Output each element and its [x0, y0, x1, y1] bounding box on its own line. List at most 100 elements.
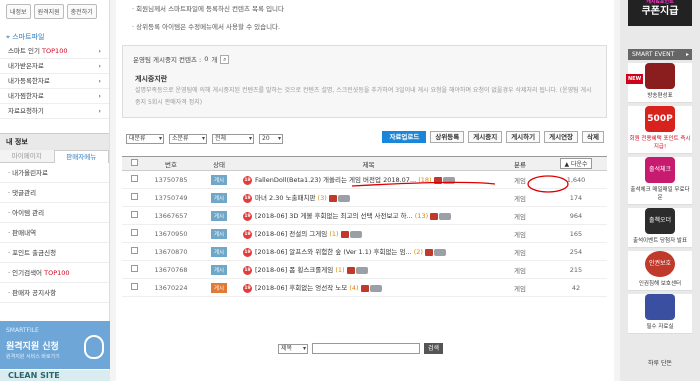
seller-item-sales[interactable]: · 판매내역 — [0, 223, 109, 243]
seller-menu: · 내가올린자료 · 댓글관리 · 아이템 관리 · 판매내역 · 포인트 출금… — [0, 163, 109, 303]
suspend-button[interactable]: 게시중지 — [468, 131, 503, 143]
charge-button[interactable]: 충전하기 — [66, 4, 97, 19]
row-checkbox[interactable] — [122, 260, 146, 279]
status-badge: 게시 — [210, 264, 228, 275]
row-category: 게임 — [495, 224, 545, 243]
remote-support-button[interactable]: 원격지원 — [33, 4, 64, 19]
search-button[interactable]: 검색 — [424, 343, 444, 354]
seller-item-items[interactable]: · 아이템 관리 — [0, 203, 109, 223]
gift-icon — [430, 212, 439, 220]
table-row[interactable]: 13750749 게시 19 마녀 2.30 노출패치판 (3) 게임 174 — [122, 188, 607, 207]
clean-site-banner[interactable]: CLEAN SITE — [0, 370, 110, 381]
comment-count[interactable]: (13) — [415, 212, 428, 220]
row-checkbox[interactable] — [122, 170, 146, 189]
row-checkbox[interactable] — [122, 278, 146, 297]
extend-button[interactable]: 게시연장 — [544, 131, 579, 143]
table-row[interactable]: 13670870 게시 19 [2018-06] 알프스와 위험한 숲 (Ver 1.… — [122, 242, 607, 261]
table-row[interactable]: 13750785 게시 19 FallenDoll(Beta1.23) 개쓸리는 게임… — [122, 170, 607, 189]
row-downloads: 42 — [545, 278, 607, 297]
banner-subtext: 원격지원 서비스 바로가기 — [6, 354, 60, 360]
table-row[interactable]: 13670768 게시 19 [2018-06] 폼 횡스크롤게임 (1) 게임 215 — [122, 260, 607, 279]
search-input[interactable] — [312, 343, 420, 354]
tab-mypage[interactable]: 마이페이지 — [0, 150, 54, 163]
table-row[interactable]: 13670950 게시 19 [2018-06] 전설의 그게임 (1) 게임 165 — [122, 224, 607, 243]
row-title-link[interactable]: [2018-06] 후회없는 엉선작 노모 — [255, 284, 347, 292]
event-rights[interactable]: 인권보호 인권침해 보호센터 — [628, 251, 692, 291]
row-title-link[interactable]: [2018-06] 3D 게볼 후회없는 최고의 선택 사전보고 하... — [255, 212, 413, 220]
hd-icon — [349, 230, 362, 238]
comment-count[interactable]: (18) — [418, 176, 431, 184]
table-row[interactable]: 13670224 게시 19 [2018-06] 후회없는 엉선작 노모 (4) 게임 4… — [122, 278, 607, 297]
status-badge: 게시 — [210, 192, 228, 203]
gift-icon — [340, 230, 349, 238]
smartfile-menu: 스마트 인기 TOP100 › 내가받은자료 › 내가등록한자료 › 내가찜한자료 › … — [0, 44, 109, 119]
seller-item-notice[interactable]: · 판매자 공지사항 — [0, 283, 109, 303]
gift-icon — [346, 266, 355, 274]
comment-count[interactable]: (1) — [329, 230, 338, 238]
sidebar-item-received[interactable]: 내가받은자료 › — [0, 59, 109, 74]
row-checkbox[interactable] — [122, 206, 146, 225]
row-title-cell: 19 [2018-06] 폼 횡스크롤게임 (1) — [242, 260, 495, 279]
column-status: 상태 — [196, 156, 242, 171]
age-19-icon: 19 — [243, 283, 252, 293]
coupon-banner[interactable]: 캐시&포인트 쿠폰지급 — [628, 0, 692, 26]
column-downloads[interactable]: ▲ 다운수 — [545, 156, 607, 171]
comment-count[interactable]: (4) — [349, 284, 358, 292]
column-title: 제목 — [242, 156, 495, 171]
sidebar-item-registered[interactable]: 내가등록한자료 › — [0, 74, 109, 89]
row-title-link[interactable]: [2018-06] 알프스와 위험한 숲 (Ver 1.1) 후회없는 엄... — [255, 248, 412, 256]
page-size-select[interactable]: 20 — [259, 134, 283, 144]
row-category: 게임 — [495, 170, 545, 189]
sort-downloads-button[interactable]: ▲ 다운수 — [560, 158, 592, 169]
row-checkbox[interactable] — [122, 188, 146, 207]
row-title-link[interactable]: FallenDoll(Beta1.23) 개쓸리는 게임 버전업 2018.07… — [255, 176, 416, 184]
location-pin-icon: ⌖ — [6, 33, 10, 41]
row-title-link[interactable]: [2018-06] 폼 횡스크롤게임 — [255, 266, 333, 274]
upload-button[interactable]: 자료업로드 — [382, 131, 427, 143]
suspension-title: 게시중지란 — [135, 75, 168, 83]
column-category: 분류 — [495, 156, 545, 171]
tab-seller-menu[interactable]: 판매자메뉴 — [53, 150, 109, 163]
row-category: 게임 — [495, 206, 545, 225]
comment-count[interactable]: (2) — [414, 248, 423, 256]
main-category-select[interactable]: 대분류 — [126, 134, 164, 144]
publish-button[interactable]: 게시하기 — [506, 131, 541, 143]
row-status: 게시 — [196, 242, 242, 261]
delete-button[interactable]: 삭제 — [582, 131, 604, 143]
smartfile-header: ⌖ 스마트파일 — [0, 23, 109, 44]
hd-icon — [355, 266, 368, 274]
seller-item-keywords[interactable]: · 인기검색어 TOP100 — [0, 263, 109, 283]
row-checkbox[interactable] — [122, 242, 146, 261]
seller-item-comments[interactable]: · 댓글관리 — [0, 183, 109, 203]
row-title-link[interactable]: 마녀 2.30 노출패치판 — [255, 194, 315, 202]
event-essential[interactable]: 필수 자료실 — [628, 294, 692, 334]
my-info-button[interactable]: 내정보 — [6, 4, 31, 19]
status-select[interactable]: 전체 — [212, 134, 254, 144]
row-title-link[interactable]: [2018-06] 전설의 그게임 — [255, 230, 327, 238]
event-winners[interactable]: 출첵오더 출석이벤트 당첨자 발표 — [628, 208, 692, 248]
top-register-button[interactable]: 상위등록 — [430, 131, 465, 143]
row-category: 게임 — [495, 278, 545, 297]
sidebar-item-wishlist[interactable]: 내가찜한자료 › — [0, 89, 109, 104]
event-attendance[interactable]: 출석체크 출석체크 매일매일 무료다운 — [628, 157, 692, 205]
seller-item-withdraw[interactable]: · 포인트 출금신청 — [0, 243, 109, 263]
search-icon[interactable]: ⌕ — [220, 54, 230, 64]
select-all-checkbox[interactable] — [122, 156, 146, 171]
row-number: 13667657 — [146, 206, 196, 225]
comment-count[interactable]: (1) — [335, 266, 344, 274]
comment-count[interactable]: (3) — [318, 194, 327, 202]
smart-event-header[interactable]: SMART EVENT — [628, 49, 692, 60]
sidebar-item-popular[interactable]: 스마트 인기 TOP100 › — [0, 44, 109, 59]
sub-category-select[interactable]: 소분류 — [169, 134, 207, 144]
age-19-icon: 19 — [243, 247, 252, 257]
top-buttons: 내정보 원격지원 충전하기 — [0, 0, 109, 23]
search-field-select[interactable]: 제목 — [278, 343, 308, 354]
remote-support-banner[interactable]: SMARTFILE 원격지원 신청 원격지원 서비스 바로가기 — [0, 321, 110, 369]
sidebar-item-request[interactable]: 자료요청하기 › — [0, 104, 109, 119]
status-badge: 게시 — [210, 246, 228, 257]
row-checkbox[interactable] — [122, 224, 146, 243]
table-row[interactable]: 13667657 게시 19 [2018-06] 3D 게볼 후회없는 최고의 선택 … — [122, 206, 607, 225]
chevron-right-icon: › — [98, 107, 101, 115]
event-500p[interactable]: 500P 회원 전용혜택 포인트 즉시 지급! — [628, 106, 692, 154]
seller-item-uploads[interactable]: · 내가올린자료 — [0, 163, 109, 183]
